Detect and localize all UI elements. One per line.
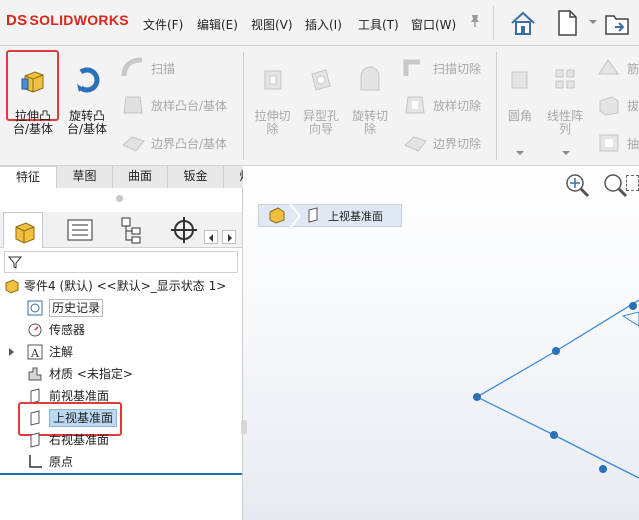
filter-icon[interactable] bbox=[8, 255, 22, 269]
menu-edit[interactable]: 编辑(E) bbox=[197, 16, 238, 33]
history-icon bbox=[27, 300, 43, 316]
feature-manager-icon bbox=[15, 222, 35, 244]
sweep-icon bbox=[121, 57, 143, 77]
plane-icon bbox=[30, 432, 40, 448]
pin-icon[interactable] bbox=[469, 14, 481, 28]
draft-icon bbox=[599, 96, 619, 116]
chevron-left-icon bbox=[209, 234, 213, 242]
extrude-cut-button[interactable]: 拉伸切 除 bbox=[250, 53, 295, 136]
plane-handle[interactable] bbox=[599, 465, 607, 473]
configuration-manager-tab[interactable] bbox=[112, 212, 152, 248]
plane-handle[interactable] bbox=[552, 347, 560, 355]
tab-sketch[interactable]: 草图 bbox=[57, 166, 113, 188]
tabs-scroll-left[interactable] bbox=[204, 230, 218, 244]
configuration-manager-icon bbox=[121, 217, 141, 244]
extrude-cut-icon bbox=[264, 70, 281, 90]
plane-handle[interactable] bbox=[473, 393, 481, 401]
loft-boss-icon bbox=[123, 96, 143, 114]
fillet-button[interactable]: 圆角 bbox=[500, 53, 540, 123]
crosshair-icon bbox=[171, 217, 197, 243]
shell-icon bbox=[599, 134, 619, 152]
hole-wizard-icon bbox=[311, 69, 331, 91]
extrude-boss-button[interactable]: 拉伸凸 台/基体 bbox=[8, 53, 58, 136]
chevron-right-icon bbox=[228, 234, 232, 242]
plane-handle[interactable] bbox=[629, 302, 637, 310]
tree-filter-bar[interactable] bbox=[4, 251, 238, 273]
tabs-scroll-right[interactable] bbox=[222, 230, 236, 244]
open-folder-icon[interactable] bbox=[603, 8, 633, 38]
rib-icon bbox=[598, 59, 619, 75]
panel-divider-line bbox=[0, 473, 242, 475]
swept-cut-icon bbox=[403, 59, 420, 76]
revolve-boss-button[interactable]: 旋转凸 台/基体 bbox=[62, 53, 112, 136]
revolve-cut-icon bbox=[360, 66, 380, 91]
menu-window[interactable]: 窗口(W) bbox=[411, 16, 456, 33]
linear-pattern-button[interactable]: 线性阵 列 bbox=[542, 53, 588, 136]
tab-sheet-metal[interactable]: 钣金 bbox=[168, 166, 224, 188]
menu-insert[interactable]: 插入(I) bbox=[305, 16, 342, 33]
material-icon bbox=[28, 367, 42, 381]
svg-text:A: A bbox=[30, 347, 40, 360]
fillet-icon bbox=[511, 71, 528, 89]
feature-manager-tab[interactable] bbox=[3, 212, 43, 248]
boundary-boss-icon bbox=[122, 136, 145, 152]
new-document-icon[interactable] bbox=[552, 8, 582, 38]
boundary-cut-icon bbox=[404, 136, 427, 152]
dimxpert-tab[interactable] bbox=[164, 212, 204, 248]
expand-annotations-icon[interactable] bbox=[9, 348, 14, 356]
sensor-icon bbox=[28, 323, 42, 337]
tab-features[interactable]: 特征 bbox=[0, 166, 57, 188]
solidworks-logo[interactable]: DS SOLIDWORKS bbox=[6, 12, 129, 29]
linear-pattern-icon bbox=[555, 69, 575, 89]
plane-handle[interactable] bbox=[550, 431, 558, 439]
property-manager-tab[interactable] bbox=[60, 212, 100, 248]
panel-tabs bbox=[0, 212, 242, 248]
origin-icon bbox=[29, 455, 42, 468]
menu-view[interactable]: 视图(V) bbox=[251, 16, 293, 33]
annotation-icon: A bbox=[27, 344, 43, 360]
revolve-boss-icon bbox=[77, 67, 100, 93]
revolve-cut-button[interactable]: 旋转切 除 bbox=[347, 53, 393, 136]
menu-file[interactable]: 文件(F) bbox=[143, 16, 183, 33]
panel-grip-handle[interactable] bbox=[116, 195, 123, 202]
property-manager-icon bbox=[67, 219, 93, 241]
lofted-cut-icon bbox=[405, 96, 425, 114]
tab-surfaces[interactable]: 曲面 bbox=[113, 166, 168, 188]
extrude-boss-icon bbox=[21, 71, 44, 93]
top-plane-preview bbox=[473, 299, 639, 479]
menu-bar: DS SOLIDWORKS 文件(F) 编辑(E) 视图(V) 插入(I) 工具(… bbox=[0, 0, 639, 46]
home-icon[interactable] bbox=[508, 8, 538, 38]
hole-wizard-button[interactable]: 异型孔 向导 bbox=[298, 53, 344, 136]
part-icon bbox=[5, 279, 19, 294]
menu-tools[interactable]: 工具(T) bbox=[358, 16, 399, 33]
